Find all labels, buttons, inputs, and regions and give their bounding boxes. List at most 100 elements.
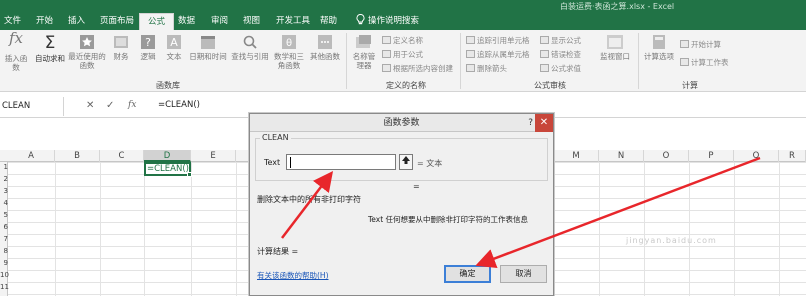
column-header-o[interactable]: O	[644, 150, 689, 162]
collapse-dialog-button[interactable]	[399, 154, 413, 170]
tab-insert[interactable]: 插入	[68, 13, 85, 30]
column-header-b[interactable]: B	[55, 150, 100, 162]
tab-home[interactable]: 开始	[36, 13, 53, 30]
calculation-result: 计算结果 =	[257, 247, 299, 256]
tab-view[interactable]: 视图	[243, 13, 260, 30]
lookup-reference-button[interactable]: 查找与引用	[230, 34, 270, 61]
column-header-p[interactable]: P	[689, 150, 734, 162]
insert-function-button[interactable]: fx 插入函数	[2, 31, 30, 73]
tab-file[interactable]: 文件	[4, 13, 21, 30]
create-from-selection-icon	[382, 64, 391, 72]
column-header-q[interactable]: Q	[734, 150, 779, 162]
gridline	[100, 162, 101, 296]
define-name-button[interactable]: 定义名称	[382, 35, 423, 46]
show-formulas-button[interactable]: 显示公式	[540, 35, 581, 46]
active-cell-value: =CLEAN()	[147, 164, 189, 174]
tab-data[interactable]: 数据	[178, 13, 195, 30]
row-header[interactable]: 7	[0, 235, 8, 243]
evaluate-formula-button[interactable]: 公式求值	[540, 63, 581, 74]
column-header-r[interactable]: R	[779, 150, 806, 162]
calculate-now-label: 开始计算	[691, 40, 721, 49]
row-header[interactable]: 9	[0, 259, 8, 267]
ribbon: fx 插入函数 Σ 自动求和 最近使用的函数 财务 ? 逻辑 A 文本 日期和时…	[0, 30, 806, 92]
text-argument-value: = 文本	[417, 159, 443, 168]
remove-arrows-icon	[466, 64, 475, 72]
row-header[interactable]: 6	[0, 223, 8, 231]
active-cell-d2[interactable]: =CLEAN()	[144, 162, 192, 177]
recent-functions-button[interactable]: 最近使用的函数	[68, 34, 106, 70]
row-header[interactable]: 2	[0, 175, 8, 183]
dialog-title[interactable]: 函数参数	[250, 114, 553, 132]
tab-help[interactable]: 帮助	[320, 13, 337, 30]
arrow-up-icon	[402, 156, 410, 164]
function-result-equals: =	[413, 182, 420, 191]
window-title: 白装运费·表函之算.xlsx - Excel	[560, 2, 675, 11]
column-header-e[interactable]: E	[191, 150, 236, 162]
trace-precedents-button[interactable]: 追踪引用单元格	[466, 35, 530, 46]
text-functions-button[interactable]: A 文本	[162, 34, 186, 61]
financial-button[interactable]: 财务	[108, 34, 134, 61]
gridline	[734, 162, 735, 296]
logical-button[interactable]: ? 逻辑	[136, 34, 160, 61]
column-header-n[interactable]: N	[599, 150, 644, 162]
calculate-now-button[interactable]: 开始计算	[680, 39, 721, 50]
trace-dependents-icon	[466, 50, 475, 58]
text-argument-input[interactable]	[286, 154, 396, 170]
trace-precedents-icon	[466, 36, 475, 44]
gridline	[191, 162, 192, 296]
tab-formulas[interactable]: 公式	[139, 13, 175, 30]
gridline	[689, 162, 690, 296]
column-header-d[interactable]: D	[144, 150, 191, 162]
define-name-icon	[382, 36, 391, 44]
tab-developer[interactable]: 开发工具	[276, 13, 310, 30]
remove-arrows-button[interactable]: 删除箭头	[466, 63, 507, 74]
date-time-button[interactable]: 日期和时间	[188, 34, 228, 61]
function-help-link[interactable]: 有关该函数的帮助(H)	[257, 270, 329, 281]
column-header-m[interactable]: M	[554, 150, 599, 162]
name-manager-button[interactable]: 名称管理器	[350, 34, 378, 70]
calculation-options-button[interactable]: 计算选项	[642, 34, 676, 61]
calculate-now-icon	[680, 40, 689, 48]
gridline	[55, 162, 56, 296]
lightbulb-icon	[356, 14, 365, 25]
dialog-close-button[interactable]: ✕	[535, 114, 553, 132]
row-header[interactable]: 8	[0, 247, 8, 255]
create-from-selection-label: 根据所选内容创建	[393, 64, 453, 73]
row-header[interactable]: 1	[0, 163, 8, 171]
tell-me-label: 操作说明搜索	[368, 16, 420, 26]
cancel-button[interactable]: 取消	[500, 265, 547, 283]
show-formulas-icon	[540, 36, 549, 44]
row-header[interactable]: 11	[0, 283, 9, 291]
fill-handle[interactable]	[187, 172, 192, 177]
use-in-formula-button[interactable]: 用于公式	[382, 49, 423, 60]
column-header-c[interactable]: C	[100, 150, 144, 162]
trace-dependents-button[interactable]: 追踪从属单元格	[466, 49, 530, 60]
row-header[interactable]: 4	[0, 199, 8, 207]
cancel-icon[interactable]: ✕	[86, 100, 94, 111]
tell-me-search[interactable]: 操作说明搜索	[356, 13, 419, 30]
lookup-reference-label: 查找与引用	[231, 52, 269, 61]
logical-label: 逻辑	[140, 52, 156, 61]
create-from-selection-button[interactable]: 根据所选内容创建	[382, 63, 453, 74]
dialog-help-icon[interactable]: ?	[528, 114, 533, 132]
watch-window-button[interactable]: 监视窗口	[596, 34, 634, 61]
tab-review[interactable]: 审阅	[211, 13, 228, 30]
name-box[interactable]: CLEAN	[0, 97, 64, 116]
more-functions-button[interactable]: 其他函数	[308, 34, 342, 61]
math-trig-button[interactable]: θ 数学和三角函数	[272, 34, 306, 70]
insert-function-icon[interactable]: fx	[128, 100, 136, 110]
row-header[interactable]: 3	[0, 187, 8, 195]
row-header[interactable]: 10	[0, 271, 9, 279]
autosum-button[interactable]: Σ 自动求和	[34, 34, 66, 63]
calculate-sheet-button[interactable]: 计算工作表	[680, 57, 729, 68]
formula-input[interactable]: =CLEAN()	[158, 100, 200, 110]
parameter-description: Text 任何想要从中删除非打印字符的工作表信息	[368, 215, 529, 224]
error-checking-button[interactable]: 错误检查	[540, 49, 581, 60]
tab-page-layout[interactable]: 页面布局	[100, 13, 134, 30]
function-description: 删除文本中的所有非打印字符	[257, 195, 361, 204]
function-arguments-dialog: 函数参数 ? ✕ CLEAN Text = 文本 = 删除文本中的所有非打印字符…	[249, 113, 554, 296]
enter-icon[interactable]: ✓	[106, 100, 114, 111]
column-header-a[interactable]: A	[8, 150, 55, 162]
row-header[interactable]: 5	[0, 211, 8, 219]
ok-button[interactable]: 确定	[444, 265, 491, 283]
